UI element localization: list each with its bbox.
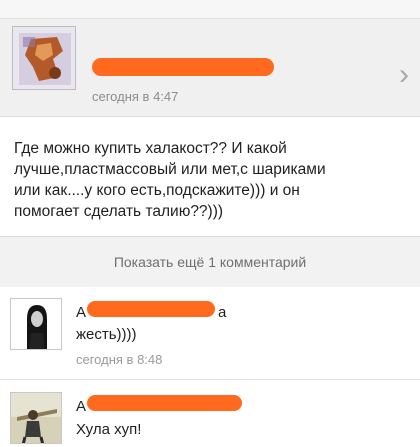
author-avatar[interactable] bbox=[12, 26, 76, 90]
comment-avatar[interactable] bbox=[10, 298, 62, 350]
comment-author-start[interactable]: А bbox=[76, 304, 86, 321]
chevron-right-icon[interactable]: › bbox=[393, 60, 415, 90]
post-time: сегодня в 4:47 bbox=[92, 89, 179, 104]
top-bar bbox=[0, 0, 420, 19]
comment-author-end[interactable]: а bbox=[218, 304, 226, 321]
post-text: Где можно купить халакост?? И какой лучш… bbox=[14, 140, 326, 220]
comment-item bbox=[0, 380, 420, 447]
comment-time: сегодня в 8:48 bbox=[76, 352, 163, 367]
author-name-redacted[interactable] bbox=[92, 58, 274, 76]
comment-text: жесть)))) bbox=[76, 326, 137, 343]
comment-text: Хула хуп! bbox=[76, 421, 142, 438]
avatar-image bbox=[11, 299, 61, 349]
comment-author-redacted[interactable] bbox=[87, 301, 215, 317]
comment-author-redacted[interactable] bbox=[87, 395, 242, 411]
avatar-image bbox=[13, 27, 75, 89]
avatar-image bbox=[11, 393, 61, 443]
comment-avatar[interactable] bbox=[10, 392, 62, 444]
show-more-comments-button[interactable]: Показать ещё 1 комментарий bbox=[0, 254, 420, 270]
comment-author-start[interactable]: А bbox=[76, 398, 86, 415]
